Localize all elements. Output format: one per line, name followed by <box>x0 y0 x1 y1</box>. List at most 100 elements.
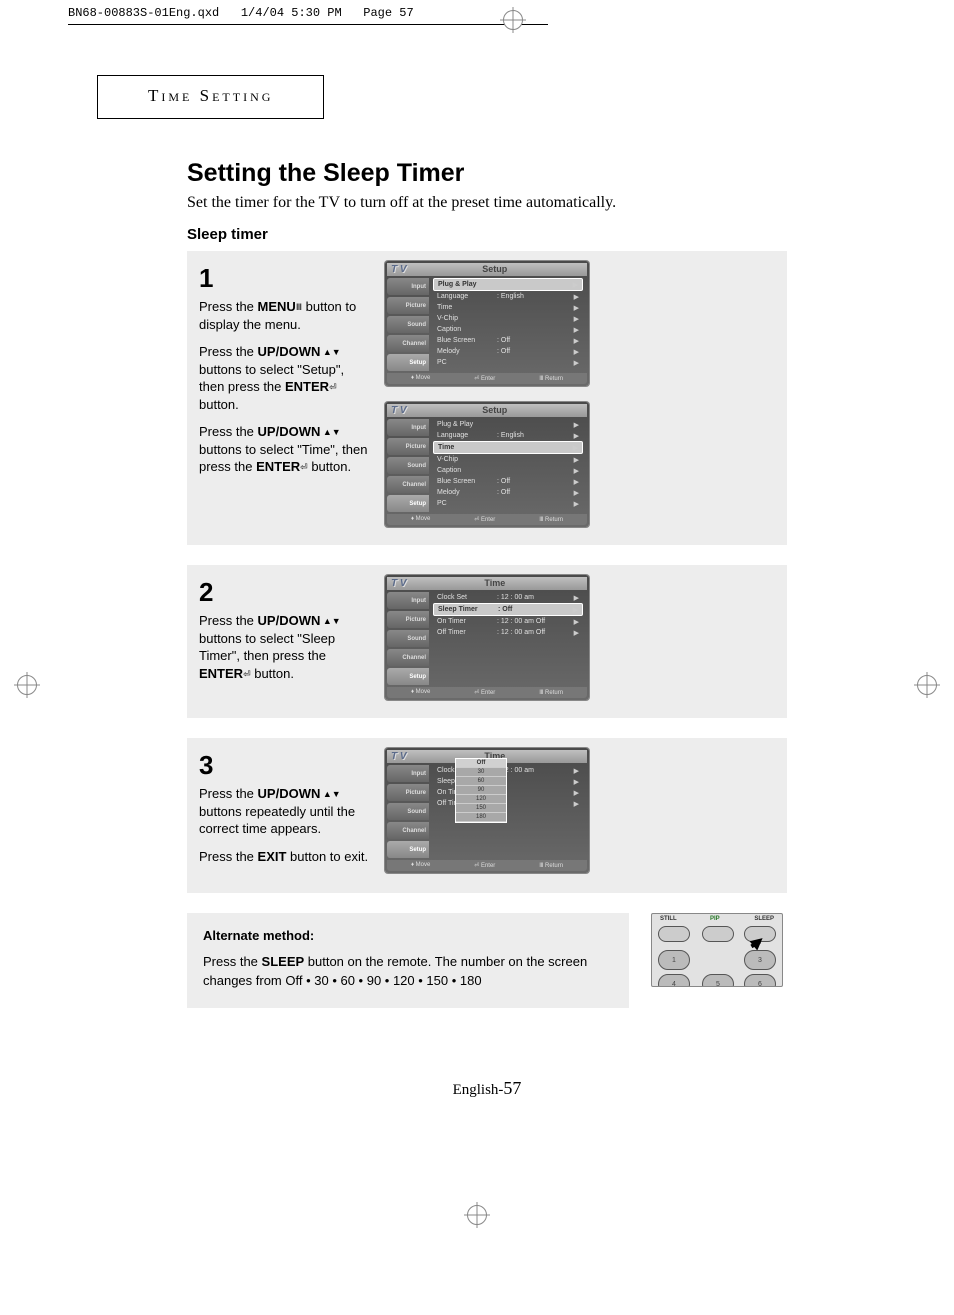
remote-num-1: 1 <box>658 950 690 970</box>
step-paragraph: Press the UP/DOWN ▲▼ buttons repeatedly … <box>199 785 369 838</box>
osd-tab: Picture <box>387 297 429 314</box>
osd-menu-row: Language: English▶ <box>433 291 583 302</box>
osd-menu-row: Blue Screen: Off▶ <box>433 335 583 346</box>
osd-menu-row: Time▶ <box>433 302 583 313</box>
lead-text: Set the timer for the TV to turn off at … <box>187 194 787 212</box>
osd-tab: Setup <box>387 495 429 512</box>
osd-menu-row: Melody: Off▶ <box>433 487 583 498</box>
osd-screenshot-setup-time: T VSetupInputPictureSoundChannelSetupPlu… <box>385 402 589 527</box>
osd-dropdown-item: 60 <box>456 777 506 786</box>
crop-page: Page 57 <box>363 6 413 20</box>
footer-lang: English- <box>453 1082 504 1098</box>
osd-screenshot-time-dropdown: T VTimeInputPictureSoundChannelSetupCloc… <box>385 748 589 873</box>
osd-dropdown-item: 30 <box>456 768 506 777</box>
osd-tab: Picture <box>387 438 429 455</box>
osd-tab: Channel <box>387 476 429 493</box>
osd-screenshot-setup-plugplay: T VSetupInputPictureSoundChannelSetupPlu… <box>385 261 589 386</box>
step-3: 3 Press the UP/DOWN ▲▼ buttons repeatedl… <box>187 738 787 893</box>
registration-mark-icon <box>503 10 523 30</box>
updown-icon: ▲▼ <box>320 789 340 799</box>
step-2: 2 Press the UP/DOWN ▲▼ buttons to select… <box>187 565 787 718</box>
osd-tab: Channel <box>387 335 429 352</box>
updown-icon: ▲▼ <box>320 427 340 437</box>
osd-dropdown-item: 120 <box>456 795 506 804</box>
page-footer: English-57 <box>187 1078 787 1099</box>
osd-menu-row: PC▶ <box>433 498 583 509</box>
remote-label-still: STILL <box>660 916 677 922</box>
enter-icon: ⏎ <box>243 669 251 679</box>
osd-tab: Setup <box>387 668 429 685</box>
osd-menu-row: Blue Screen: Off▶ <box>433 476 583 487</box>
registration-mark-icon <box>917 675 937 695</box>
alternate-text: Press the SLEEP button on the remote. Th… <box>203 953 613 989</box>
osd-dropdown-item: Off <box>456 759 506 768</box>
alternate-method-block: Alternate method: Press the SLEEP button… <box>187 913 629 1008</box>
enter-icon: ⏎ <box>329 382 337 392</box>
osd-tab: Setup <box>387 841 429 858</box>
sub-heading: Sleep timer <box>187 226 787 243</box>
step-number: 2 <box>199 575 369 610</box>
osd-tab: Picture <box>387 611 429 628</box>
section-label: Time Setting <box>97 75 324 119</box>
step-paragraph: Press the EXIT button to exit. <box>199 848 369 866</box>
updown-icon: ▲▼ <box>320 347 340 357</box>
osd-menu-row: V-Chip▶ <box>433 454 583 465</box>
osd-menu-row: Clock Set: 12 : 00 am▶ <box>433 592 583 603</box>
registration-mark-icon <box>17 675 37 695</box>
osd-tab: Picture <box>387 784 429 801</box>
osd-tab: Input <box>387 765 429 782</box>
osd-menu-row: Sleep Timer: Off▶ <box>433 603 583 616</box>
crop-file: BN68-00883S-01Eng.qxd <box>68 6 219 20</box>
remote-illustration: STILL PIP SLEEP 1 3 4 5 6 <box>651 913 783 987</box>
osd-dropdown-item: 150 <box>456 804 506 813</box>
osd-menu-row: On Timer: 12 : 00 am Off▶ <box>433 616 583 627</box>
alternate-method-row: Alternate method: Press the SLEEP button… <box>187 913 787 1008</box>
osd-menu-row: Off Timer: 12 : 00 am Off▶ <box>433 627 583 638</box>
osd-tab: Input <box>387 592 429 609</box>
remote-pip-button <box>702 926 734 942</box>
step-paragraph: Press the UP/DOWN ▲▼ buttons to select "… <box>199 612 369 682</box>
crop-mark-header: BN68-00883S-01Eng.qxd 1/4/04 5:30 PM Pag… <box>0 0 954 25</box>
crop-date: 1/4/04 5:30 PM <box>241 6 342 20</box>
osd-dropdown-item: 180 <box>456 813 506 822</box>
osd-dropdown: Off306090120150180 <box>455 758 507 823</box>
remote-num-5: 5 <box>702 974 734 987</box>
osd-tab: Channel <box>387 649 429 666</box>
osd-menu-row: Language: English▶ <box>433 430 583 441</box>
osd-tab: Sound <box>387 803 429 820</box>
osd-menu-row: Plug & Play▶ <box>433 419 583 430</box>
alternate-head: Alternate method: <box>203 927 613 945</box>
osd-tab: Channel <box>387 822 429 839</box>
osd-tab: Input <box>387 278 429 295</box>
remote-num-3: 3 <box>744 950 776 970</box>
remote-still-button <box>658 926 690 942</box>
remote-label-sleep: SLEEP <box>754 916 774 922</box>
osd-tab: Input <box>387 419 429 436</box>
osd-tab: Sound <box>387 457 429 474</box>
step-1: 1 Press the MENUⅢ button to display the … <box>187 251 787 545</box>
osd-menu-row: V-Chip▶ <box>433 313 583 324</box>
registration-mark-icon <box>467 1205 487 1225</box>
remote-num-4: 4 <box>658 974 690 987</box>
step-paragraph: Press the UP/DOWN ▲▼ buttons to select "… <box>199 343 369 413</box>
step-number: 1 <box>199 261 369 296</box>
osd-tab: Sound <box>387 316 429 333</box>
footer-page-number: 57 <box>503 1078 521 1098</box>
osd-tab: Sound <box>387 630 429 647</box>
osd-menu-row: Caption▶ <box>433 465 583 476</box>
step-number: 3 <box>199 748 369 783</box>
enter-icon: ⏎ <box>300 462 308 472</box>
remote-num-6: 6 <box>744 974 776 987</box>
osd-menu-row: Plug & Play▶ <box>433 278 583 291</box>
osd-menu-row: Melody: Off▶ <box>433 346 583 357</box>
page-title: Setting the Sleep Timer <box>187 159 787 188</box>
step-paragraph: Press the MENUⅢ button to display the me… <box>199 298 369 333</box>
updown-icon: ▲▼ <box>320 616 340 626</box>
osd-tab: Setup <box>387 354 429 371</box>
osd-menu-row: Caption▶ <box>433 324 583 335</box>
step-paragraph: Press the UP/DOWN ▲▼ buttons to select "… <box>199 423 369 476</box>
osd-menu-row: PC▶ <box>433 357 583 368</box>
remote-label-pip: PIP <box>710 916 720 922</box>
osd-menu-row: Time▶ <box>433 441 583 454</box>
osd-screenshot-time-sleeptimer: T VTimeInputPictureSoundChannelSetupCloc… <box>385 575 589 700</box>
